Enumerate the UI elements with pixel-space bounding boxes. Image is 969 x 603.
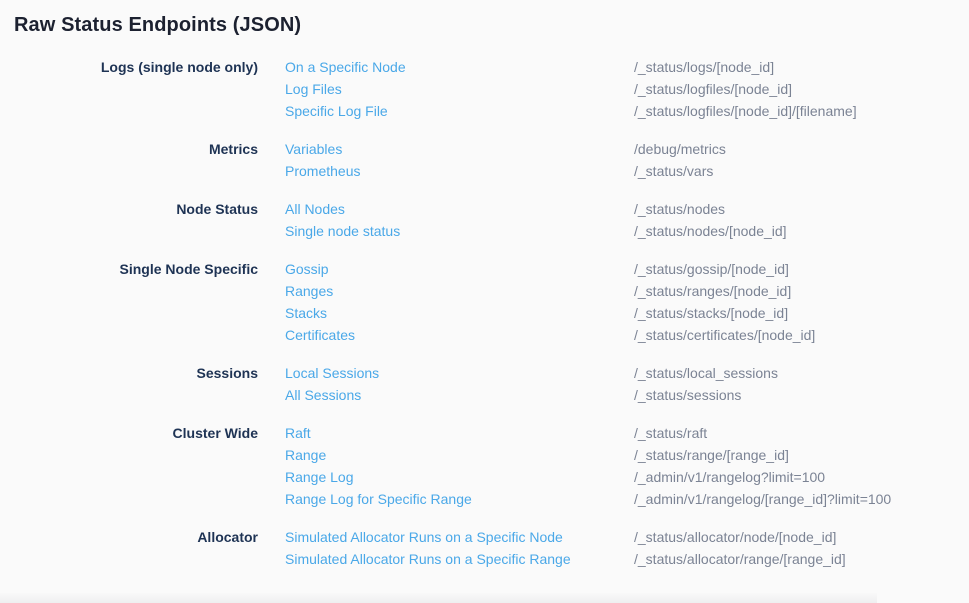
category-label: Cluster Wide [0,422,258,510]
category-label: Single Node Specific [0,258,258,346]
endpoint-path: /_status/logfiles/[node_id]/[filename] [634,100,969,122]
endpoint-section: MetricsVariablesPrometheus/debug/metrics… [0,138,969,182]
links-column: All NodesSingle node status [258,198,634,242]
endpoint-path: /_status/local_sessions [634,362,969,384]
endpoint-link[interactable]: Single node status [285,220,634,242]
endpoint-link[interactable]: All Nodes [285,198,634,220]
endpoints-column: /_status/logs/[node_id]/_status/logfiles… [634,56,969,122]
endpoint-path: /_status/sessions [634,384,969,406]
links-column: Simulated Allocator Runs on a Specific N… [258,526,634,570]
endpoint-section: Allocator Simulated Allocator Runs on a S… [0,526,969,570]
endpoint-link[interactable]: Raft [285,422,634,444]
endpoint-path: /_status/nodes/[node_id] [634,220,969,242]
page-title: Raw Status Endpoints (JSON) [0,0,969,38]
endpoints-column: /debug/metrics/_status/vars [634,138,969,182]
endpoints-column: /_status/local_sessions/_status/sessions [634,362,969,406]
endpoint-path: /_status/stacks/[node_id] [634,302,969,324]
links-column: RaftRangeRange LogRange Log for Specific… [258,422,634,510]
endpoint-path: /_admin/v1/rangelog?limit=100 [634,466,969,488]
endpoint-path: /_admin/v1/rangelog/[range_id]?limit=100 [634,488,969,510]
links-column: GossipRangesStacksCertificates [258,258,634,346]
endpoint-section: Single Node SpecificGossipRangesStacksCe… [0,258,969,346]
endpoint-link[interactable]: Variables [285,138,634,160]
endpoints-column: /_status/nodes/_status/nodes/[node_id] [634,198,969,242]
endpoint-link[interactable]: Range [285,444,634,466]
endpoint-link[interactable]: Simulated Allocator Runs on a Specific R… [285,548,634,570]
links-column: VariablesPrometheus [258,138,634,182]
category-label: Allocator [0,526,258,570]
endpoint-link[interactable]: All Sessions [285,384,634,406]
endpoint-section: Logs (single node only)On a Specific Nod… [0,56,969,122]
endpoint-section: Cluster WideRaftRangeRange LogRange Log … [0,422,969,510]
endpoint-path: /debug/metrics [634,138,969,160]
category-label: Node Status [0,198,258,242]
endpoint-link[interactable]: Gossip [285,258,634,280]
endpoint-path: /_status/logfiles/[node_id] [634,78,969,100]
endpoint-link[interactable]: Specific Log File [285,100,634,122]
endpoint-path: /_status/allocator/range/[range_id] [634,548,969,570]
links-column: On a Specific NodeLog FilesSpecific Log … [258,56,634,122]
endpoint-path: /_status/nodes [634,198,969,220]
endpoint-path: /_status/raft [634,422,969,444]
endpoint-path: /_status/range/[range_id] [634,444,969,466]
endpoint-link[interactable]: Range Log for Specific Range [285,488,634,510]
endpoint-link[interactable]: Simulated Allocator Runs on a Specific N… [285,526,634,548]
endpoints-column: /_status/raft/_status/range/[range_id]/_… [634,422,969,510]
endpoint-link[interactable]: Prometheus [285,160,634,182]
endpoint-link[interactable]: Stacks [285,302,634,324]
endpoint-path: /_status/allocator/node/[node_id] [634,526,969,548]
endpoint-link[interactable]: Ranges [285,280,634,302]
endpoint-path: /_status/vars [634,160,969,182]
category-label: Metrics [0,138,258,182]
endpoint-path: /_status/logs/[node_id] [634,56,969,78]
endpoint-section: Node StatusAll NodesSingle node status/_… [0,198,969,242]
endpoint-link[interactable]: Range Log [285,466,634,488]
endpoint-link[interactable]: Certificates [285,324,634,346]
endpoint-link[interactable]: Log Files [285,78,634,100]
endpoints-column: /_status/allocator/node/[node_id]/_statu… [634,526,969,570]
category-label: Logs (single node only) [0,56,258,122]
category-label: Sessions [0,362,258,406]
endpoint-section: SessionsLocal SessionsAll Sessions/_stat… [0,362,969,406]
endpoint-link[interactable]: Local Sessions [285,362,634,384]
endpoints-column: /_status/gossip/[node_id]/_status/ranges… [634,258,969,346]
endpoint-path: /_status/ranges/[node_id] [634,280,969,302]
panel-bottom-shadow [0,592,877,603]
endpoint-path: /_status/certificates/[node_id] [634,324,969,346]
endpoint-link[interactable]: On a Specific Node [285,56,634,78]
endpoints-table: Logs (single node only)On a Specific Nod… [0,56,969,570]
links-column: Local SessionsAll Sessions [258,362,634,406]
endpoint-path: /_status/gossip/[node_id] [634,258,969,280]
